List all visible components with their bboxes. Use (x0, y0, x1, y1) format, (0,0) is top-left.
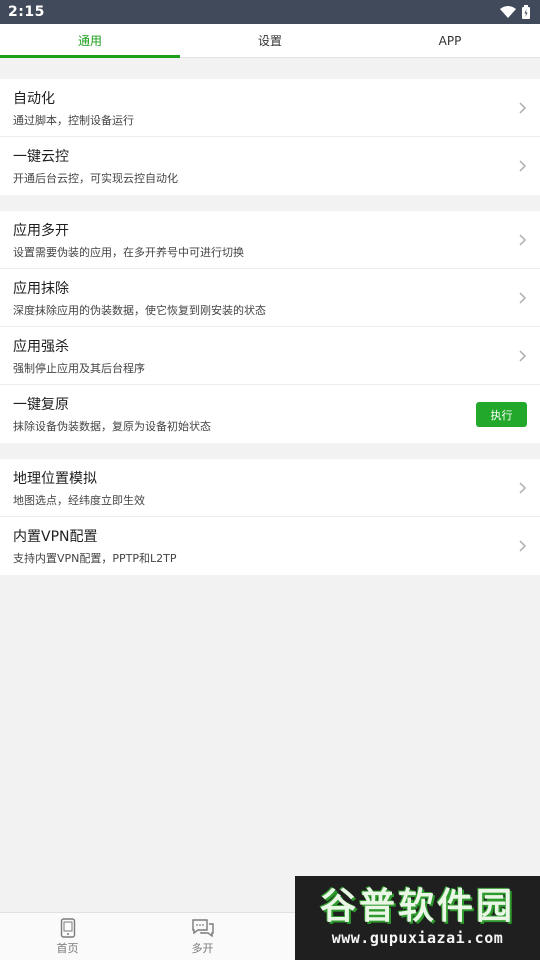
item-subtitle: 抹除设备伪装数据，复原为设备初始状态 (13, 420, 211, 433)
nav-item-home[interactable]: 首页 (0, 913, 135, 960)
nav-item-multi-open[interactable]: 多开 (135, 913, 270, 960)
chevron-right-icon (519, 292, 527, 304)
list-item-app-erase[interactable]: 应用抹除 深度抹除应用的伪装数据，使它恢复到刚安装的状态 (0, 269, 540, 327)
nav-label: 首页 (56, 942, 79, 955)
item-subtitle: 支持内置VPN配置，PPTP和L2TP (13, 552, 177, 565)
settings-group-apps: 应用多开 设置需要伪装的应用，在多开养号中可进行切换 应用抹除 深度抹除应用的伪… (0, 211, 540, 443)
status-icons (500, 5, 530, 19)
phone-icon (60, 918, 75, 938)
item-title: 内置VPN配置 (13, 529, 98, 545)
settings-group-automation: 自动化 通过脚本，控制设备运行 一键云控 开通后台云控，可实现云控自动化 (0, 79, 540, 195)
item-title: 应用抹除 (13, 281, 69, 297)
watermark-logo: 谷普软件园 www.gupuxiazai.com (295, 876, 540, 960)
wifi-icon (500, 6, 516, 18)
tab-general[interactable]: 通用 (0, 24, 180, 58)
tab-bar: 通用 设置 APP (0, 24, 540, 58)
item-subtitle: 设置需要伪装的应用，在多开养号中可进行切换 (13, 246, 244, 259)
execute-button[interactable]: 执行 (476, 402, 527, 427)
chevron-right-icon (519, 102, 527, 114)
chevron-right-icon (519, 350, 527, 362)
battery-icon (522, 5, 530, 19)
chevron-right-icon (519, 234, 527, 246)
item-subtitle: 通过脚本，控制设备运行 (13, 114, 134, 127)
item-title: 应用多开 (13, 223, 69, 239)
item-title: 自动化 (13, 91, 55, 107)
item-title: 一键云控 (13, 149, 69, 165)
list-item-vpn-config[interactable]: 内置VPN配置 支持内置VPN配置，PPTP和L2TP (0, 517, 540, 575)
chevron-right-icon (519, 160, 527, 172)
list-item-cloud-control[interactable]: 一键云控 开通后台云控，可实现云控自动化 (0, 137, 540, 195)
list-item-app-force-stop[interactable]: 应用强杀 强制停止应用及其后台程序 (0, 327, 540, 385)
item-subtitle: 开通后台云控，可实现云控自动化 (13, 172, 178, 185)
item-title: 一键复原 (13, 397, 69, 413)
item-subtitle: 强制停止应用及其后台程序 (13, 362, 145, 375)
status-time: 2:15 (8, 4, 45, 20)
chevron-right-icon (519, 540, 527, 552)
tab-app[interactable]: APP (360, 24, 540, 57)
item-title: 应用强杀 (13, 339, 69, 355)
chevron-right-icon (519, 482, 527, 494)
item-subtitle: 深度抹除应用的伪装数据，使它恢复到刚安装的状态 (13, 304, 266, 317)
item-subtitle: 地图选点，经纬度立即生效 (13, 494, 145, 507)
list-item-automation[interactable]: 自动化 通过脚本，控制设备运行 (0, 79, 540, 137)
chat-icon (191, 919, 214, 938)
item-title: 地理位置模拟 (13, 471, 97, 487)
watermark-url: www.gupuxiazai.com (331, 929, 504, 947)
watermark-title: 谷普软件园 (319, 886, 515, 927)
list-item-app-multi-open[interactable]: 应用多开 设置需要伪装的应用，在多开养号中可进行切换 (0, 211, 540, 269)
tab-settings[interactable]: 设置 (180, 24, 360, 57)
list-item-one-key-restore: 一键复原 抹除设备伪装数据，复原为设备初始状态 执行 (0, 385, 540, 443)
status-bar: 2:15 (0, 0, 540, 24)
list-item-location-mock[interactable]: 地理位置模拟 地图选点，经纬度立即生效 (0, 459, 540, 517)
nav-label: 多开 (191, 942, 214, 955)
settings-group-network: 地理位置模拟 地图选点，经纬度立即生效 内置VPN配置 支持内置VPN配置，PP… (0, 459, 540, 575)
